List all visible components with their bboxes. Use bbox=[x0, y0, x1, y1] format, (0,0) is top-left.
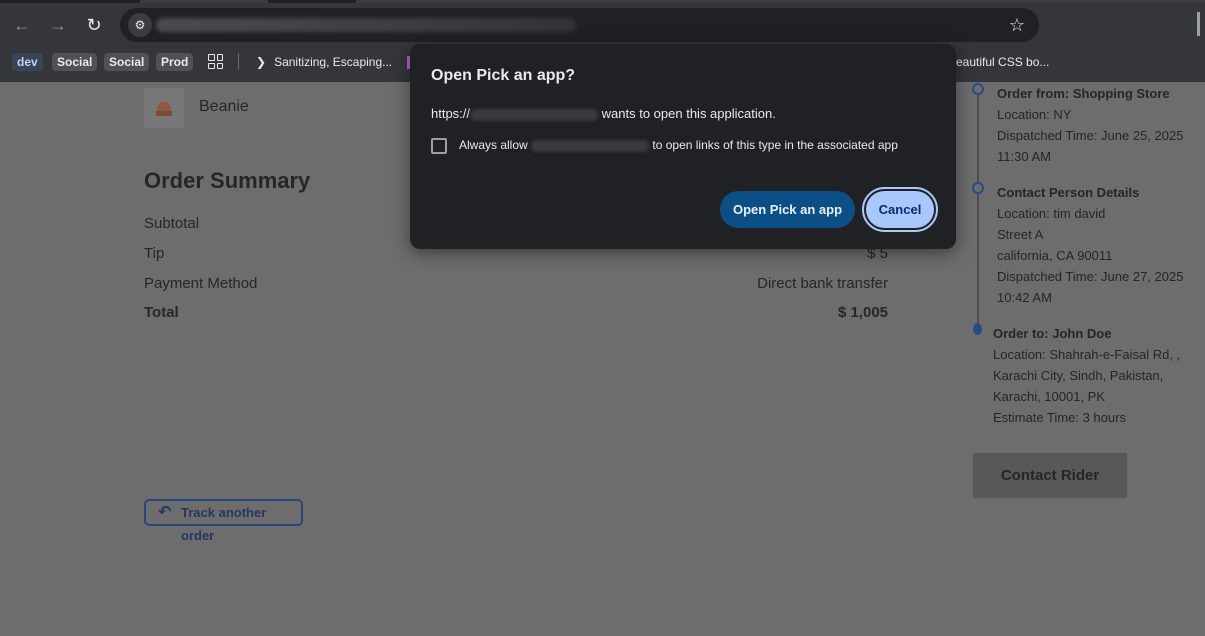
summary-label: Payment Method bbox=[144, 275, 258, 292]
timeline-line-text: Location: Shahrah-e-Faisal Rd, , bbox=[993, 347, 1181, 362]
always-allow-label[interactable]: Always allow to open links of this type … bbox=[459, 138, 898, 152]
apps-grid-icon[interactable] bbox=[208, 54, 223, 69]
blurred-origin bbox=[531, 139, 650, 152]
bookmark-folder-dev[interactable]: dev bbox=[12, 53, 43, 71]
bookmark-folder-social[interactable]: Social bbox=[52, 53, 98, 71]
timeline-dot-icon bbox=[972, 83, 984, 95]
timeline-line bbox=[977, 91, 979, 328]
beanie-icon bbox=[156, 99, 172, 116]
dialog-message: https:// wants to open this application. bbox=[431, 106, 776, 121]
open-app-dialog: Open Pick an app? https:// wants to open… bbox=[410, 44, 956, 249]
bookmark-css[interactable]: eautiful CSS bo... bbox=[956, 53, 1049, 71]
product-name: Beanie bbox=[199, 98, 249, 115]
bookmark-sanitizing[interactable]: ❯ Sanitizing, Escaping... bbox=[256, 53, 392, 71]
timeline-line-text: Karachi, 10001, PK bbox=[993, 389, 1106, 404]
blurred-url bbox=[156, 18, 576, 32]
always-allow-suffix: to open links of this type in the associ… bbox=[652, 138, 898, 152]
timeline-line-text: Location: NY bbox=[997, 107, 1072, 122]
bookmark-folder-prod[interactable]: Prod bbox=[156, 53, 194, 71]
always-allow-prefix: Always allow bbox=[459, 138, 528, 152]
dialog-url-prefix: https:// bbox=[431, 106, 471, 121]
dialog-title: Open Pick an app? bbox=[431, 67, 576, 84]
timeline-line-text: Location: tim david bbox=[997, 206, 1106, 221]
address-bar[interactable]: ⚙ ☆ bbox=[120, 8, 1039, 42]
summary-label: Tip bbox=[144, 245, 165, 262]
star-icon[interactable]: ☆ bbox=[1009, 14, 1025, 36]
summary-value: Direct bank transfer bbox=[757, 275, 888, 292]
timeline-heading: Order to: John Doe bbox=[993, 326, 1112, 341]
timeline-step-origin: Order from: Shopping Store Location: NY … bbox=[997, 83, 1183, 167]
dialog-message-suffix: wants to open this application. bbox=[601, 106, 776, 121]
always-allow-checkbox[interactable] bbox=[431, 138, 447, 154]
timeline-line-text: california, CA 90011 bbox=[997, 248, 1113, 263]
product-image bbox=[144, 88, 184, 128]
summary-label: Subtotal bbox=[144, 215, 200, 232]
contact-rider-button[interactable]: Contact Rider bbox=[973, 453, 1127, 498]
summary-label: Total bbox=[144, 304, 179, 321]
bookmark-favicon-icon: ❯ bbox=[256, 55, 267, 69]
timeline-line-text: 11:30 AM bbox=[997, 149, 1051, 164]
summary-value: $ 1,005 bbox=[837, 304, 888, 321]
timeline-current-dot-icon bbox=[973, 323, 982, 335]
cancel-button[interactable]: Cancel bbox=[866, 191, 934, 228]
timeline-line-text: Street A bbox=[997, 227, 1044, 242]
order-summary-title: Order Summary bbox=[144, 168, 311, 193]
timeline-heading: Contact Person Details bbox=[997, 185, 1140, 200]
timeline-dot-icon bbox=[972, 182, 984, 194]
timeline-line-text: Dispatched Time: June 25, 2025 bbox=[997, 128, 1184, 143]
window-edge bbox=[1197, 12, 1200, 36]
reload-icon[interactable]: ↻ bbox=[82, 13, 106, 37]
timeline-line-text: Karachi City, Sindh, Pakistan, bbox=[993, 368, 1164, 383]
track-another-order-label: Track another order bbox=[181, 505, 267, 543]
arrow-left-icon[interactable]: ← bbox=[10, 13, 34, 37]
timeline-line-text: 10:42 AM bbox=[997, 290, 1052, 305]
timeline-line-text: Dispatched Time: June 27, 2025 bbox=[997, 269, 1184, 284]
bookmark-folder-social-2[interactable]: Social bbox=[104, 53, 150, 71]
timeline-line-text: Estimate Time: 3 hours bbox=[993, 410, 1126, 425]
timeline-heading: Order from: Shopping Store bbox=[997, 86, 1170, 101]
undo-arrow-icon: ↶ bbox=[158, 504, 172, 521]
track-another-order-button[interactable]: ↶ Track another order bbox=[144, 499, 303, 543]
arrow-right-icon[interactable]: → bbox=[46, 13, 70, 37]
bookmarks-divider bbox=[238, 53, 239, 70]
blurred-origin bbox=[470, 108, 599, 121]
timeline-step-destination: Order to: John Doe Location: Shahrah-e-F… bbox=[993, 323, 1180, 428]
bookmark-label: Sanitizing, Escaping... bbox=[274, 55, 393, 69]
tune-icon[interactable]: ⚙ bbox=[128, 13, 152, 37]
timeline-step-contact: Contact Person Details Location: tim dav… bbox=[997, 182, 1183, 308]
open-app-button[interactable]: Open Pick an app bbox=[720, 191, 855, 228]
tab-hint[interactable] bbox=[140, 0, 268, 3]
tab-hint[interactable] bbox=[356, 0, 1205, 3]
